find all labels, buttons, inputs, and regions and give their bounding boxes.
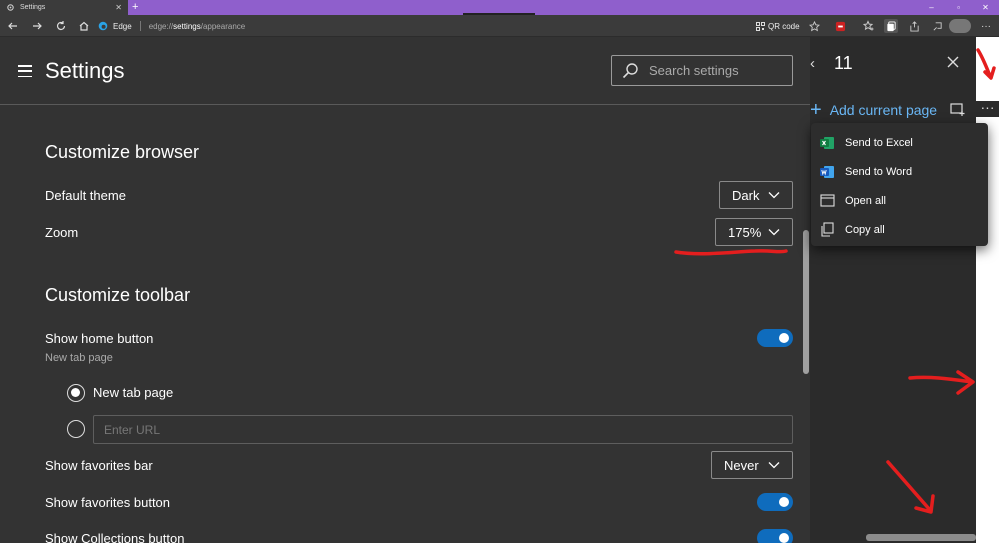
window-controls: – ▫ ✕ [918, 0, 999, 15]
tab-close-icon[interactable]: ✕ [115, 3, 122, 12]
share-icon[interactable] [907, 19, 921, 33]
copy-icon [819, 222, 835, 238]
show-home-button-toggle[interactable] [757, 329, 793, 347]
back-arrow-icon[interactable] [5, 18, 21, 34]
plus-icon: + [810, 99, 822, 121]
show-favorites-button-label: Show favorites button [45, 495, 171, 510]
new-tab-button[interactable]: + [132, 1, 138, 13]
collections-more-button[interactable]: ··· [976, 100, 999, 117]
page-scrollbar[interactable] [803, 230, 809, 374]
qr-code-icon [756, 21, 765, 31]
site-identity-label: Edge [113, 21, 132, 31]
settings-and-more-icon[interactable]: ··· [979, 19, 993, 33]
hamburger-menu-icon[interactable] [18, 65, 32, 77]
show-collections-button-label: Show Collections button [45, 531, 185, 543]
search-settings-input[interactable]: Search settings [611, 55, 793, 86]
collections-icon[interactable] [884, 19, 898, 33]
word-icon [819, 164, 835, 180]
forward-arrow-icon[interactable] [29, 18, 45, 34]
zoom-label: Zoom [45, 225, 79, 240]
chevron-down-icon [768, 461, 780, 469]
settings-header: Settings Search settings [0, 37, 810, 105]
window-icon [819, 193, 835, 209]
collections-pane: ‹ 11 + Add current page [810, 37, 976, 543]
show-home-button-sublabel: New tab page [45, 352, 113, 364]
show-favorites-button-toggle[interactable] [757, 493, 793, 511]
radio-custom-url[interactable] [67, 420, 85, 438]
collections-back-button[interactable]: ‹ [810, 56, 815, 71]
address-bar: Edge edge://settings/appearance QR code … [0, 15, 999, 37]
toggle-knob [779, 333, 789, 343]
menu-item-open-all[interactable]: Open all [811, 186, 988, 215]
horizontal-scrollbar[interactable] [866, 534, 976, 541]
maximize-button[interactable]: ▫ [945, 0, 972, 15]
collection-title: 11 [834, 53, 853, 73]
add-note-icon[interactable] [950, 102, 965, 117]
menu-item-send-to-word[interactable]: Send to Word [811, 157, 988, 186]
gear-icon [6, 3, 15, 12]
tab-settings[interactable]: Settings ✕ [0, 0, 128, 15]
show-collections-button-toggle[interactable] [757, 529, 793, 543]
home-icon[interactable] [76, 18, 92, 34]
chevron-down-icon [768, 191, 780, 199]
toggle-knob [779, 497, 789, 507]
add-current-page-button[interactable]: + Add current page [810, 99, 937, 121]
home-url-input[interactable]: Enter URL [93, 415, 793, 444]
qr-code-button[interactable]: QR code [756, 19, 800, 33]
menu-item-copy-all[interactable]: Copy all [811, 215, 988, 244]
search-placeholder: Search settings [649, 63, 739, 78]
url-omnibox[interactable]: Edge edge://settings/appearance [98, 17, 750, 35]
profile-avatar[interactable] [949, 19, 971, 33]
chevron-down-icon [768, 228, 780, 236]
feedback-icon[interactable] [930, 19, 944, 33]
collections-context-menu: Send to Excel Send to Word Open all Copy… [811, 123, 988, 246]
toggle-knob [779, 533, 789, 543]
excel-icon [819, 135, 835, 151]
refresh-icon[interactable] [53, 18, 69, 34]
search-icon [622, 62, 639, 79]
settings-page: Settings Search settings Customize brows… [0, 37, 810, 543]
url-text: edge://settings/appearance [148, 21, 246, 31]
default-theme-dropdown[interactable]: Dark [719, 181, 793, 209]
close-icon[interactable] [946, 55, 960, 69]
default-theme-label: Default theme [45, 188, 126, 203]
section-customize-browser: Customize browser [45, 142, 200, 162]
favorite-star-icon[interactable] [807, 19, 821, 33]
omnibox-divider [139, 21, 141, 31]
favorites-icon[interactable] [862, 19, 876, 33]
radio-new-tab-page[interactable] [67, 384, 85, 402]
show-favorites-bar-label: Show favorites bar [45, 458, 153, 473]
page-title: Settings [45, 58, 125, 83]
edge-logo-icon [98, 21, 108, 31]
tab-title: Settings [20, 4, 46, 11]
radio-new-tab-page-label: New tab page [93, 385, 174, 400]
close-window-button[interactable]: ✕ [972, 0, 999, 15]
menu-item-send-to-excel[interactable]: Send to Excel [811, 128, 988, 157]
extension-icon[interactable] [833, 19, 847, 33]
minimize-button[interactable]: – [918, 0, 945, 15]
section-customize-toolbar: Customize toolbar [45, 285, 191, 305]
tab-strip: Settings ✕ + – ▫ ✕ [0, 0, 999, 15]
favorites-bar-dropdown[interactable]: Never [711, 451, 793, 479]
show-home-button-label: Show home button [45, 331, 154, 346]
zoom-dropdown[interactable]: 175% [715, 218, 793, 246]
